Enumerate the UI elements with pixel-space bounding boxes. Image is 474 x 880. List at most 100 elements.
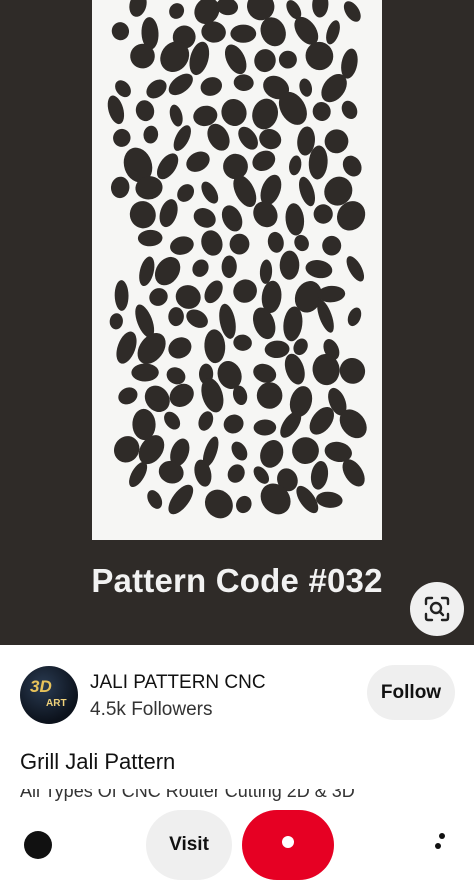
jali-cutout — [192, 259, 209, 277]
jali-cutout — [339, 357, 366, 384]
jali-cutout — [147, 490, 163, 509]
jali-cutout — [292, 437, 319, 465]
jali-cutout — [131, 363, 159, 382]
jali-cutout — [233, 74, 254, 92]
jali-cutout — [322, 235, 342, 256]
jali-cutout — [169, 104, 183, 127]
pin-image[interactable]: Pattern Code #032 — [0, 0, 474, 645]
jali-cutout — [284, 353, 305, 385]
jali-cutout — [221, 98, 247, 127]
jali-cutout — [170, 236, 194, 255]
jali-cutout — [253, 363, 277, 383]
jali-cutout — [204, 329, 226, 364]
jali-cutout — [342, 155, 362, 177]
jali-cutout — [146, 79, 167, 99]
jali-cutout — [149, 288, 168, 306]
jali-cutout — [267, 231, 284, 253]
jali-cutout — [200, 77, 223, 96]
jali-cutout — [118, 387, 138, 405]
jali-cutout — [285, 203, 305, 236]
visual-search-icon — [424, 596, 450, 622]
jali-cutout — [173, 125, 191, 151]
jali-cutout — [143, 125, 159, 144]
jali-pattern-graphic — [107, 0, 367, 519]
jali-cutout — [299, 78, 313, 97]
jali-cutout — [201, 230, 223, 256]
jali-cutout — [346, 256, 365, 282]
jali-cutout — [135, 100, 155, 122]
jali-cutout — [154, 256, 181, 286]
jali-cutout — [289, 155, 302, 176]
jali-cutout — [110, 176, 130, 199]
visual-search-button[interactable] — [410, 582, 464, 636]
visit-button[interactable]: Visit — [146, 810, 232, 880]
jali-cutout — [294, 234, 309, 252]
follower-count: 4.5k Followers — [90, 699, 213, 720]
jali-cutout — [253, 419, 277, 436]
jali-cutout — [256, 382, 283, 409]
jali-panel — [92, 0, 382, 540]
jali-cutout — [164, 411, 181, 430]
jali-cutout — [312, 102, 331, 121]
share-icon[interactable] — [24, 831, 52, 859]
jali-cutout — [343, 1, 361, 22]
jali-cutout — [298, 176, 316, 207]
follow-button[interactable]: Follow — [367, 665, 455, 720]
jali-cutout — [347, 307, 362, 327]
creator-name[interactable]: JALI PATTERN CNC — [90, 672, 266, 694]
jali-cutout — [341, 100, 358, 119]
jali-cutout — [129, 201, 156, 229]
jali-cutout — [252, 150, 276, 171]
jali-cutout — [109, 313, 123, 330]
jali-cutout — [168, 73, 193, 96]
jali-cutout — [231, 441, 248, 461]
jali-cutout — [201, 181, 219, 204]
save-icon — [282, 836, 294, 848]
pattern-code-caption: Pattern Code #032 — [91, 562, 383, 599]
more-icon[interactable] — [434, 832, 446, 856]
jali-cutout — [198, 411, 214, 431]
jali-cutout — [137, 229, 163, 247]
jali-cutout — [168, 307, 184, 327]
jali-cutout — [169, 3, 185, 19]
jali-cutout — [310, 461, 329, 490]
jali-cutout — [264, 340, 290, 359]
avatar[interactable]: 3D ART — [20, 666, 78, 724]
jali-cutout — [193, 208, 216, 228]
jali-cutout — [224, 44, 247, 75]
save-button[interactable] — [242, 810, 334, 880]
jali-cutout — [113, 128, 131, 147]
jali-cutout — [107, 95, 125, 125]
jali-cutout — [156, 153, 179, 180]
jali-cutout — [223, 153, 248, 180]
jali-cutout — [111, 22, 130, 41]
action-bar: Visit — [0, 800, 474, 880]
jali-cutout — [252, 98, 279, 130]
jali-cutout — [230, 24, 257, 43]
jali-cutout — [168, 337, 192, 359]
jali-cutout — [305, 260, 333, 279]
jali-cutout — [204, 489, 233, 519]
jali-cutout — [238, 126, 258, 150]
jali-cutout — [221, 205, 243, 232]
jali-cutout — [129, 0, 147, 17]
jali-cutout — [227, 464, 245, 483]
avatar-logo-subtext: ART — [46, 698, 67, 709]
jali-cutout — [169, 383, 194, 407]
avatar-logo-text: 3D — [30, 677, 52, 696]
jali-cutout — [254, 49, 276, 73]
jali-cutout — [139, 256, 155, 287]
jali-cutout — [236, 495, 252, 514]
jali-cutout — [229, 233, 250, 255]
pin-title: Grill Jali Pattern — [20, 749, 176, 774]
jali-cutout — [259, 259, 273, 284]
jali-cutout — [260, 440, 284, 468]
jali-cutout — [114, 280, 129, 311]
jali-cutout — [316, 491, 343, 508]
jali-cutout — [116, 331, 137, 364]
jali-cutout — [233, 334, 252, 351]
jali-cutout — [326, 20, 340, 45]
jali-cutout — [221, 255, 237, 279]
jali-cutout — [223, 414, 244, 434]
jali-cutout — [159, 199, 178, 228]
